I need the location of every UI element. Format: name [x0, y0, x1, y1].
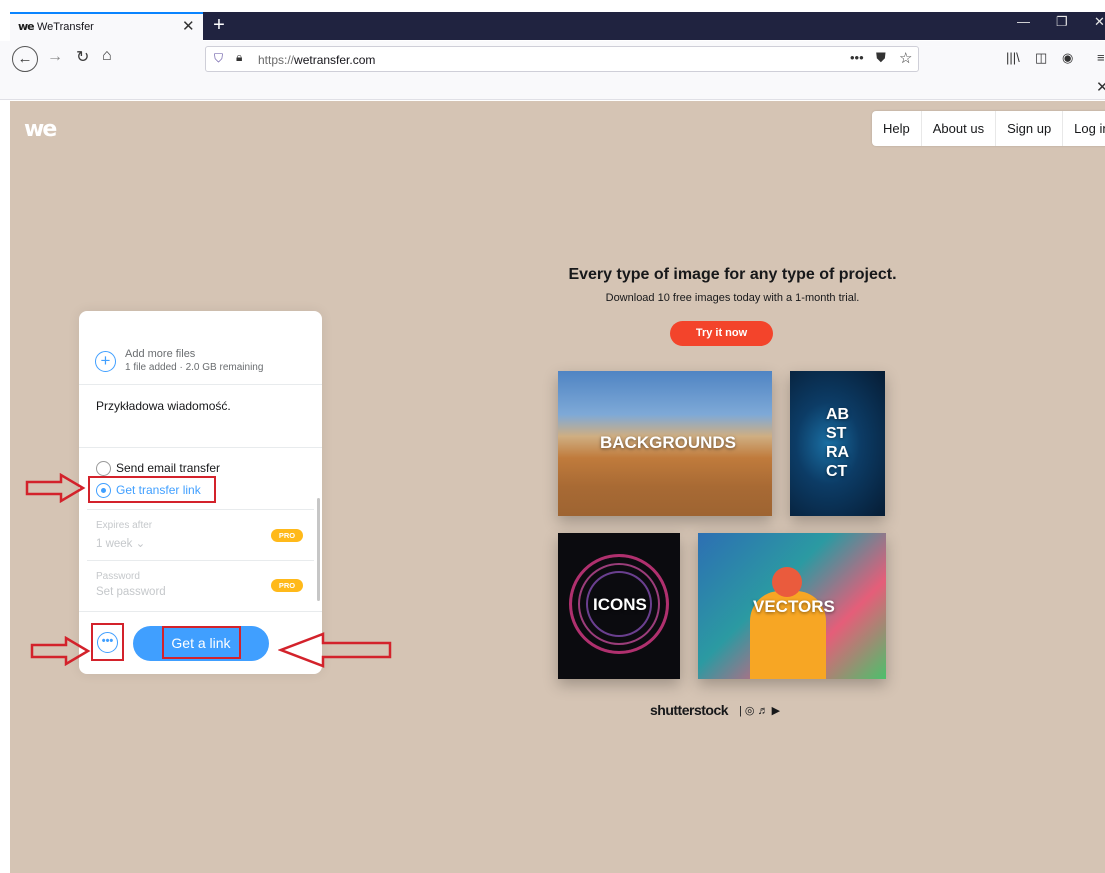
tab-close-icon[interactable]: ✕ [182, 17, 195, 35]
arrow-left-icon[interactable]: ← [12, 46, 38, 72]
page-actions-icon[interactable]: ••• [850, 50, 864, 65]
add-files-subtitle: 1 file added · 2.0 GB remaining [125, 362, 264, 373]
pocket-icon[interactable]: ⛊ [876, 50, 886, 66]
notification-close-icon[interactable]: ✕ [1096, 78, 1105, 96]
wetransfer-logo[interactable]: we [24, 117, 57, 142]
tracking-shield-icon[interactable]: ⛉ [214, 51, 223, 66]
annotation-box-more-options [91, 623, 124, 661]
arrow-right-icon[interactable]: → [47, 48, 63, 66]
tile-backgrounds[interactable]: BACKGROUNDS [558, 371, 772, 516]
nav-sign-up[interactable]: Sign up [996, 111, 1064, 146]
annotation-box-get-a-link [162, 626, 241, 659]
hamburger-menu-icon[interactable]: ≡ [1097, 50, 1105, 65]
lock-icon[interactable]: 🔒︎ [236, 50, 242, 65]
nav-about-us[interactable]: About us [922, 111, 997, 146]
tile-label: BACKGROUNDS [600, 433, 736, 452]
try-it-now-button[interactable]: Try it now [670, 321, 773, 346]
browser-tab[interactable]: we WeTransfer ✕ [10, 12, 203, 41]
library-icon[interactable]: |||\ [1006, 50, 1020, 65]
star-icon[interactable]: ☆ [899, 49, 912, 67]
divider [87, 560, 314, 561]
add-files-icon[interactable]: + [95, 351, 116, 372]
window-close-icon[interactable]: ✕ [1094, 14, 1105, 30]
annotation-arrow-right-icon [30, 636, 91, 666]
tab-favicon: we [18, 20, 35, 33]
tile-label: AB ST RA CT [826, 406, 850, 480]
message-field[interactable]: Przykładowa wiadomość. [96, 399, 231, 413]
navigation-toolbar: ← → ↻ ⌂ ⛉ 🔒︎ https://wetransfer.com ••• … [0, 41, 1105, 77]
tile-icons[interactable]: ICONS [558, 533, 680, 679]
top-navigation: Help About us Sign up Log in [872, 111, 1105, 146]
ad-subline: Download 10 free images today with a 1-m… [605, 292, 860, 304]
add-files-title[interactable]: Add more files [125, 348, 195, 360]
url-scheme: https:// [258, 53, 295, 67]
divider [79, 384, 322, 385]
nav-help[interactable]: Help [872, 111, 922, 146]
pro-badge: PRO [271, 579, 303, 592]
shutterstock-media-icons: | ◎ ♬ ▶ [739, 705, 781, 717]
expires-label: Expires after [96, 520, 153, 531]
password-field[interactable]: Set password [96, 586, 166, 598]
shutterstock-logo[interactable]: shutterstock [650, 702, 729, 718]
nav-log-in[interactable]: Log in [1063, 111, 1105, 146]
account-icon[interactable]: ◉ [1062, 50, 1073, 66]
ad-headline: Every type of image for any type of proj… [568, 266, 897, 283]
restore-icon[interactable]: ❐ [1056, 14, 1068, 30]
vector-figure-head-image [772, 567, 802, 597]
annotation-box-get-transfer-link [88, 476, 216, 503]
annotation-arrow-right-icon [25, 473, 86, 503]
reload-icon[interactable]: ↻ [76, 47, 89, 67]
url-text[interactable]: https://wetransfer.com [258, 53, 375, 67]
annotation-arrow-left-icon [278, 632, 392, 668]
new-tab-button[interactable]: + [208, 12, 230, 40]
notification-bar: ✕ [0, 77, 1105, 100]
tile-label: ICONS [593, 595, 647, 614]
tile-vectors[interactable]: VECTORS [698, 533, 886, 679]
page-content: we Help About us Sign up Log in + Add mo… [10, 101, 1105, 873]
panel-scrollbar[interactable] [317, 498, 320, 601]
radio-send-email[interactable] [96, 461, 111, 476]
pro-badge: PRO [271, 529, 303, 542]
minimize-icon[interactable]: — [1017, 14, 1030, 29]
option-send-email-label[interactable]: Send email transfer [116, 461, 220, 475]
tile-abstract[interactable]: AB ST RA CT [790, 371, 885, 516]
password-label: Password [96, 571, 140, 582]
url-host: wetransfer.com [294, 53, 376, 67]
expires-select[interactable]: 1 week ⌄ [96, 536, 145, 550]
address-bar[interactable]: ⛉ 🔒︎ https://wetransfer.com ••• ⛊ ☆ [205, 46, 919, 72]
tile-label: VECTORS [753, 597, 835, 616]
divider [79, 447, 322, 448]
tab-title: WeTransfer [37, 21, 94, 33]
home-icon[interactable]: ⌂ [102, 47, 112, 65]
sidebar-icon[interactable]: ◫ [1035, 50, 1047, 66]
divider [87, 509, 314, 510]
divider [79, 611, 322, 612]
